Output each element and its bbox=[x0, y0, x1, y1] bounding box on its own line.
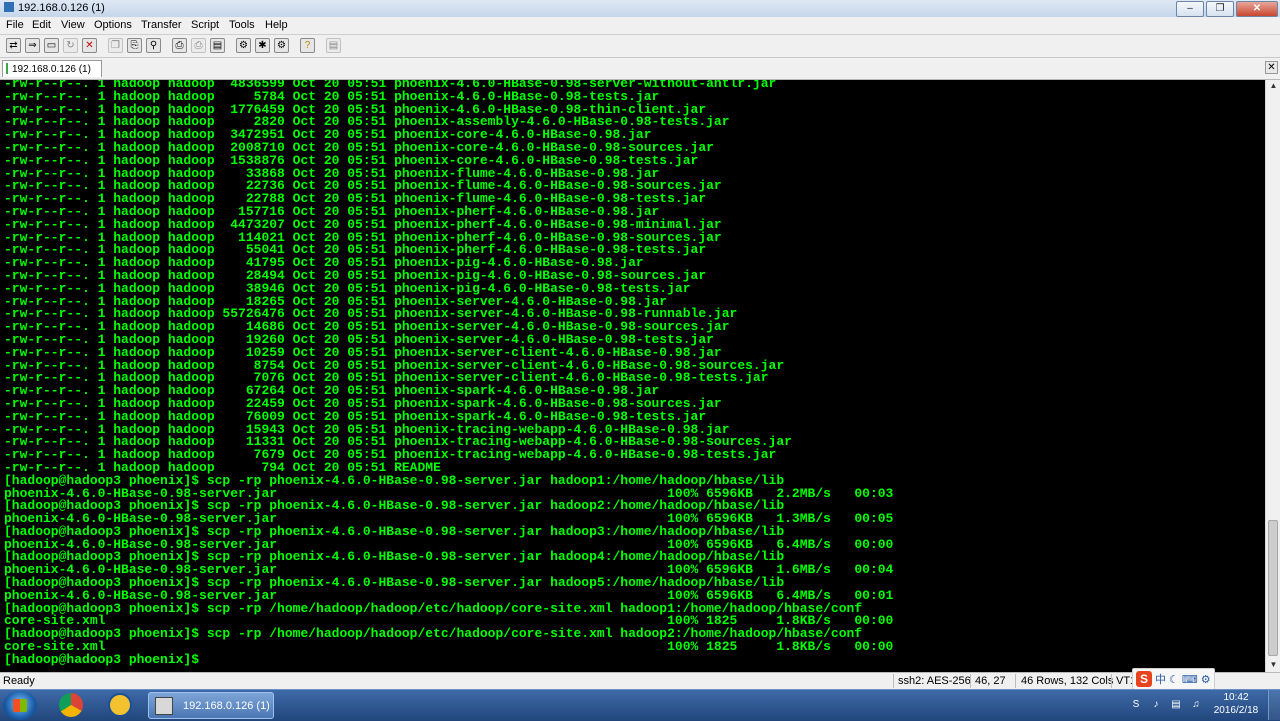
quick-connect-icon[interactable]: ⇒ bbox=[25, 38, 40, 53]
find-icon[interactable]: ⚲ bbox=[146, 38, 161, 53]
ime-settings-icon[interactable]: ⚙ bbox=[1201, 673, 1211, 686]
scroll-down-icon[interactable]: ▼ bbox=[1268, 660, 1279, 671]
menu-edit[interactable]: Edit bbox=[32, 19, 51, 31]
scroll-up-icon[interactable]: ▲ bbox=[1268, 81, 1279, 92]
speaker-icon[interactable]: ♪ bbox=[1150, 699, 1162, 711]
window-title: 192.168.0.126 (1) bbox=[18, 2, 105, 14]
window-title-wrap: 192.168.0.126 (1) bbox=[4, 2, 105, 14]
status-separator bbox=[970, 674, 971, 688]
menu-help[interactable]: Help bbox=[265, 19, 288, 31]
task-securecrt-label: 192.168.0.126 (1) bbox=[183, 700, 270, 712]
restore-button[interactable]: ❐ bbox=[1206, 1, 1234, 17]
close-tab-button[interactable]: ✕ bbox=[1265, 61, 1278, 74]
keyboard-icon[interactable]: ⌨ bbox=[1182, 673, 1198, 686]
securecrt-app-icon bbox=[4, 2, 14, 12]
toolbar: ⇄ ⇒ ▭ ↻ ✕ ❐ ⎘ ⚲ ⎙ ⎙ ▤ ⚙ ✱ ⚙ ? ▤ bbox=[0, 35, 1280, 58]
start-button[interactable] bbox=[3, 691, 37, 720]
taskbar-clock[interactable]: 10:42 2016/2/18 bbox=[1212, 691, 1260, 717]
chrome-icon[interactable] bbox=[59, 693, 83, 717]
keymap-icon[interactable]: ⚙ bbox=[274, 38, 289, 53]
status-separator bbox=[1111, 674, 1112, 688]
menu-view[interactable]: View bbox=[61, 19, 85, 31]
connect-in-tab-icon[interactable]: ▭ bbox=[44, 38, 59, 53]
punctuation-icon[interactable]: ☾ bbox=[1169, 673, 1179, 686]
menu-script[interactable]: Script bbox=[191, 19, 219, 31]
disconnect-icon[interactable]: ✕ bbox=[82, 38, 97, 53]
ime-mode[interactable]: 中 bbox=[1155, 671, 1166, 687]
sogou-ime-icon[interactable]: S bbox=[1136, 671, 1152, 687]
show-desktop-button[interactable] bbox=[1268, 690, 1280, 720]
session-options-icon[interactable]: ⚙ bbox=[236, 38, 251, 53]
status-cursor-position: 46, 27 bbox=[975, 675, 1006, 687]
windows-taskbar: 192.168.0.126 (1) S ♪ ▤ ♫ bbox=[0, 689, 1280, 721]
status-separator bbox=[1015, 674, 1016, 688]
terminal-screen[interactable]: -rw-r--r--. 1 hadoop hadoop 4836599 Oct … bbox=[0, 80, 1265, 672]
window-controls: – ❐ ✕ bbox=[1176, 1, 1278, 17]
terminal-output: -rw-r--r--. 1 hadoop hadoop 4836599 Oct … bbox=[4, 80, 894, 667]
connect-icon[interactable]: ⇄ bbox=[6, 38, 21, 53]
connected-indicator-icon bbox=[6, 63, 8, 74]
menu-tools[interactable]: Tools bbox=[229, 19, 255, 31]
status-bar: Ready ssh2: AES-256 46, 27 46 Rows, 132 … bbox=[0, 672, 1280, 690]
clock-time: 10:42 bbox=[1223, 692, 1249, 703]
paste-icon[interactable]: ⎘ bbox=[127, 38, 142, 53]
network-icon[interactable]: ▤ bbox=[1170, 699, 1182, 711]
session-tab-bar: 192.168.0.126 (1) ✕ bbox=[0, 58, 1280, 80]
sftp-icon[interactable]: ▤ bbox=[326, 38, 341, 53]
global-options-icon[interactable]: ✱ bbox=[255, 38, 270, 53]
print-screen-icon[interactable]: ▤ bbox=[210, 38, 225, 53]
volume-icon[interactable]: ♫ bbox=[1190, 699, 1202, 711]
windows-logo-icon bbox=[13, 699, 27, 712]
status-terminal-size: 46 Rows, 132 Cols bbox=[1021, 675, 1114, 687]
print-setup-icon[interactable]: ⎙ bbox=[191, 38, 206, 53]
status-cipher: ssh2: AES-256 bbox=[898, 675, 971, 687]
clock-date: 2016/2/18 bbox=[1213, 705, 1259, 716]
sogou-tray-icon[interactable]: S bbox=[1130, 699, 1142, 711]
ie-browser-icon[interactable] bbox=[108, 693, 132, 717]
status-ready: Ready bbox=[3, 675, 35, 687]
tab-session-label: 192.168.0.126 (1) bbox=[12, 64, 91, 75]
securecrt-task-icon bbox=[155, 697, 173, 715]
menu-options[interactable]: Options bbox=[94, 19, 132, 31]
menu-bar: File Edit View Options Transfer Script T… bbox=[0, 17, 1280, 35]
status-separator bbox=[893, 674, 894, 688]
ime-toolbar[interactable]: S 中 ☾ ⌨ ⚙ bbox=[1132, 668, 1215, 690]
close-button[interactable]: ✕ bbox=[1236, 1, 1278, 17]
menu-file[interactable]: File bbox=[6, 19, 24, 31]
tab-session[interactable]: 192.168.0.126 (1) bbox=[2, 60, 102, 77]
minimize-button[interactable]: – bbox=[1176, 1, 1204, 17]
terminal-scrollbar[interactable]: ▲ ▼ bbox=[1265, 80, 1280, 672]
reconnect-icon[interactable]: ↻ bbox=[63, 38, 78, 53]
scrollbar-thumb[interactable] bbox=[1268, 520, 1278, 656]
print-icon[interactable]: ⎙ bbox=[172, 38, 187, 53]
copy-icon[interactable]: ❐ bbox=[108, 38, 123, 53]
menu-transfer[interactable]: Transfer bbox=[141, 19, 182, 31]
task-securecrt[interactable]: 192.168.0.126 (1) bbox=[148, 692, 274, 719]
window-titlebar[interactable]: 192.168.0.126 (1) – ❐ ✕ bbox=[0, 0, 1280, 18]
help-icon[interactable]: ? bbox=[300, 38, 315, 53]
